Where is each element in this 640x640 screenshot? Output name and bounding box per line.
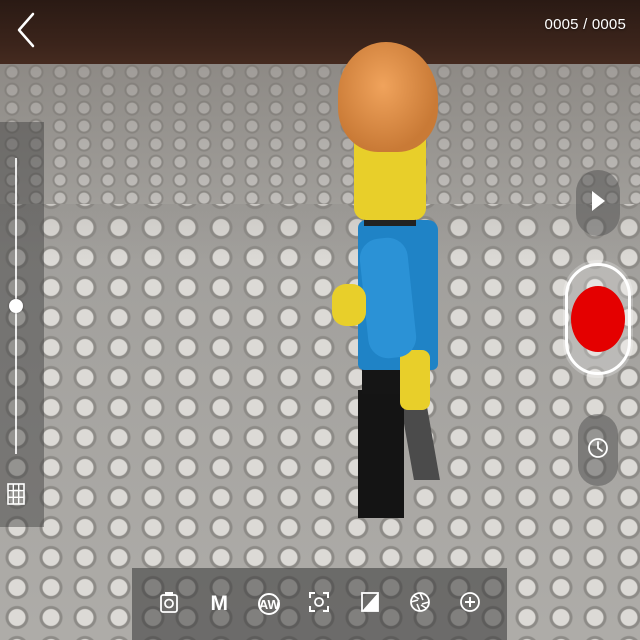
- timer-button[interactable]: [578, 414, 618, 486]
- frame-counter: 0005 / 0005: [544, 16, 626, 33]
- record-icon: [571, 286, 625, 352]
- camera-icon: [159, 590, 179, 619]
- manual-mode-button[interactable]: M: [199, 576, 239, 632]
- focus-icon: [308, 591, 330, 618]
- grid-button[interactable]: [6, 482, 26, 510]
- exposure-icon: [360, 591, 380, 618]
- camera-viewfinder: [0, 0, 640, 640]
- focus-slider-panel: [0, 122, 44, 527]
- white-balance-label: AW: [258, 593, 281, 615]
- manual-mode-label: M: [210, 592, 228, 615]
- record-ring: [565, 263, 631, 375]
- play-button[interactable]: [576, 170, 620, 236]
- zoom-plus-icon: [459, 591, 481, 618]
- chevron-left-icon: [15, 12, 37, 53]
- aperture-button[interactable]: [400, 576, 440, 632]
- camera-button[interactable]: [149, 576, 189, 632]
- back-button[interactable]: [8, 10, 44, 54]
- zoom-button[interactable]: [450, 576, 490, 632]
- aperture-icon: [409, 591, 431, 618]
- exposure-button[interactable]: [350, 576, 390, 632]
- white-balance-button[interactable]: AW: [249, 576, 289, 632]
- lego-minifigure: [320, 30, 450, 518]
- focus-button[interactable]: [299, 576, 339, 632]
- timer-icon: [587, 437, 609, 464]
- camera-toolbar: M AW: [132, 568, 507, 640]
- slider-thumb[interactable]: [9, 299, 23, 313]
- play-icon: [589, 189, 607, 218]
- record-button[interactable]: [563, 260, 633, 378]
- grid-icon: [7, 482, 25, 510]
